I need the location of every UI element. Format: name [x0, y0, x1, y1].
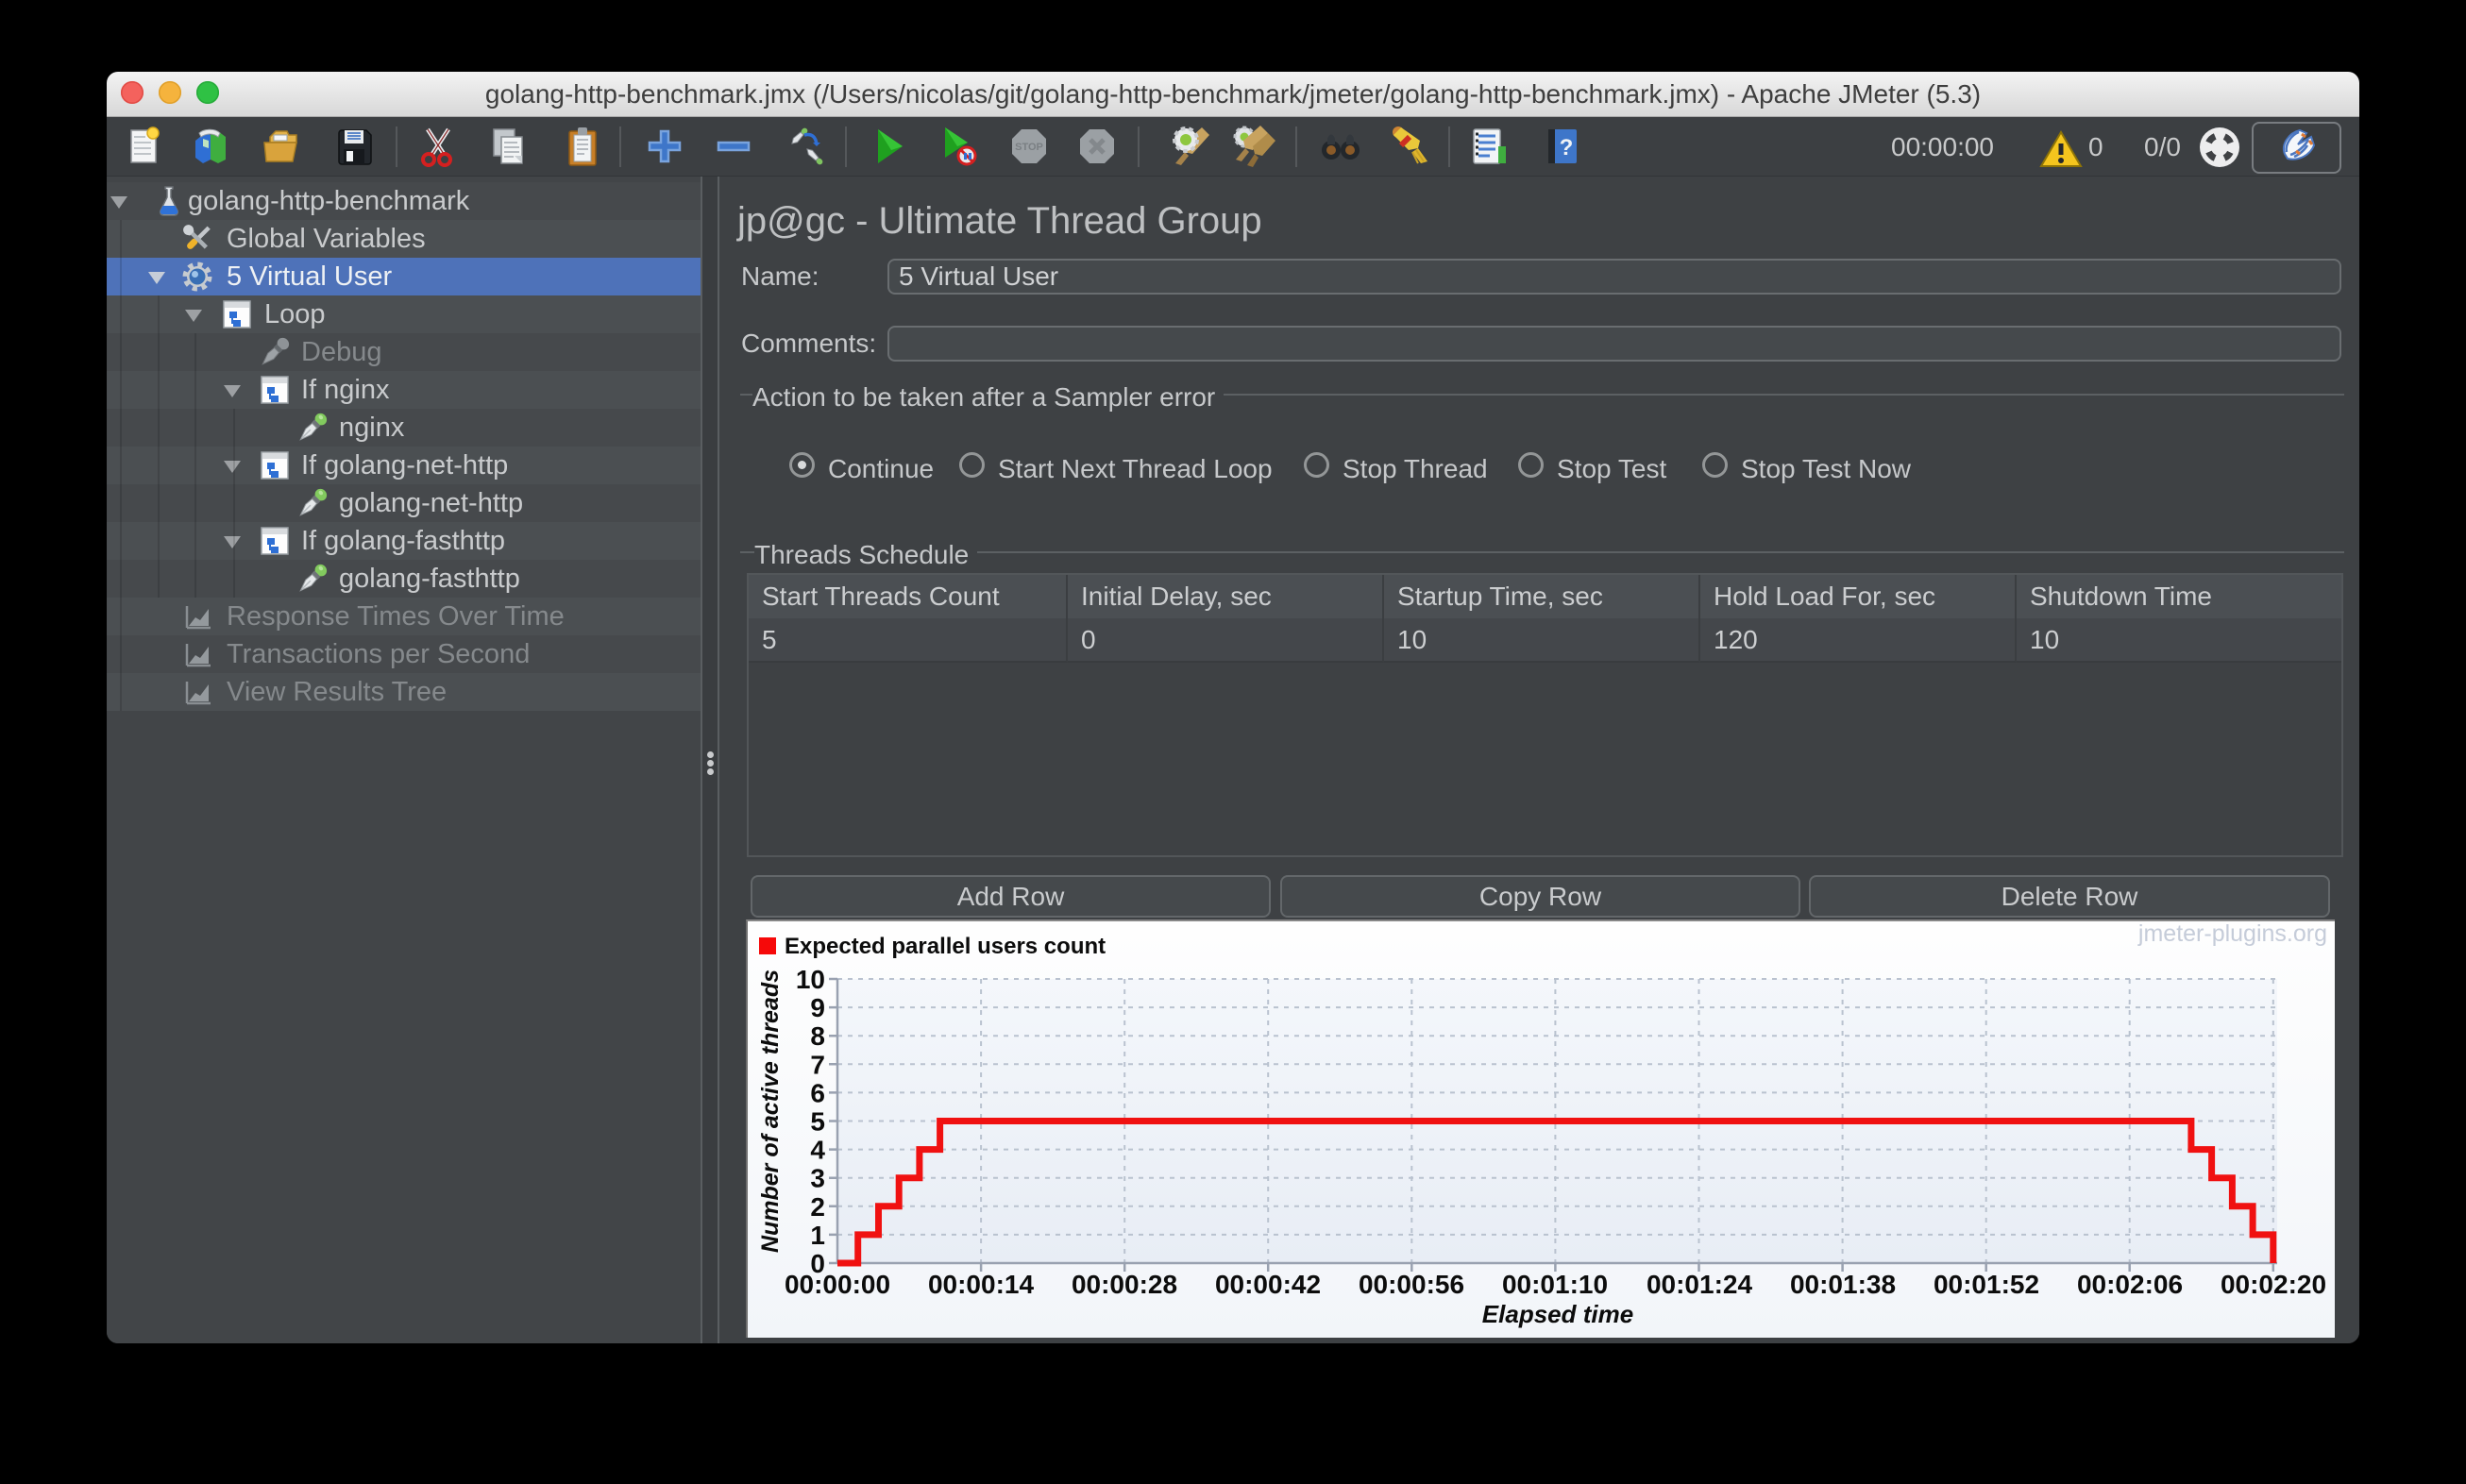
svg-text:5: 5 — [810, 1107, 825, 1137]
svg-text:00:02:06: 00:02:06 — [2077, 1270, 2183, 1299]
svg-text:6: 6 — [810, 1078, 825, 1107]
svg-text:8: 8 — [810, 1021, 825, 1051]
svg-text:10: 10 — [796, 965, 825, 994]
svg-text:00:00:42: 00:00:42 — [1215, 1270, 1321, 1299]
svg-text:Elapsed time: Elapsed time — [1482, 1300, 1633, 1328]
svg-text:00:01:52: 00:01:52 — [1934, 1270, 2039, 1299]
svg-text:00:00:00: 00:00:00 — [785, 1270, 890, 1299]
svg-text:9: 9 — [810, 993, 825, 1022]
svg-text:00:00:56: 00:00:56 — [1359, 1270, 1464, 1299]
svg-text:Number of active threads: Number of active threads — [757, 970, 784, 1253]
svg-text:Expected parallel users count: Expected parallel users count — [785, 934, 1106, 959]
svg-text:2: 2 — [810, 1192, 825, 1222]
svg-text:00:01:24: 00:01:24 — [1647, 1270, 1753, 1299]
svg-text:jmeter-plugins.org: jmeter-plugins.org — [2137, 921, 2327, 947]
svg-text:00:00:28: 00:00:28 — [1072, 1270, 1177, 1299]
svg-text:1: 1 — [810, 1221, 825, 1250]
svg-text:STOP: STOP — [1015, 142, 1043, 153]
svg-text:?: ? — [1560, 135, 1574, 160]
svg-text:4: 4 — [810, 1136, 825, 1165]
svg-text:3: 3 — [810, 1164, 825, 1193]
svg-text:00:01:38: 00:01:38 — [1790, 1270, 1896, 1299]
svg-text:00:01:10: 00:01:10 — [1502, 1270, 1608, 1299]
svg-text:7: 7 — [810, 1050, 825, 1079]
svg-text:00:02:20: 00:02:20 — [2221, 1270, 2326, 1299]
svg-text:00:00:14: 00:00:14 — [928, 1270, 1035, 1299]
